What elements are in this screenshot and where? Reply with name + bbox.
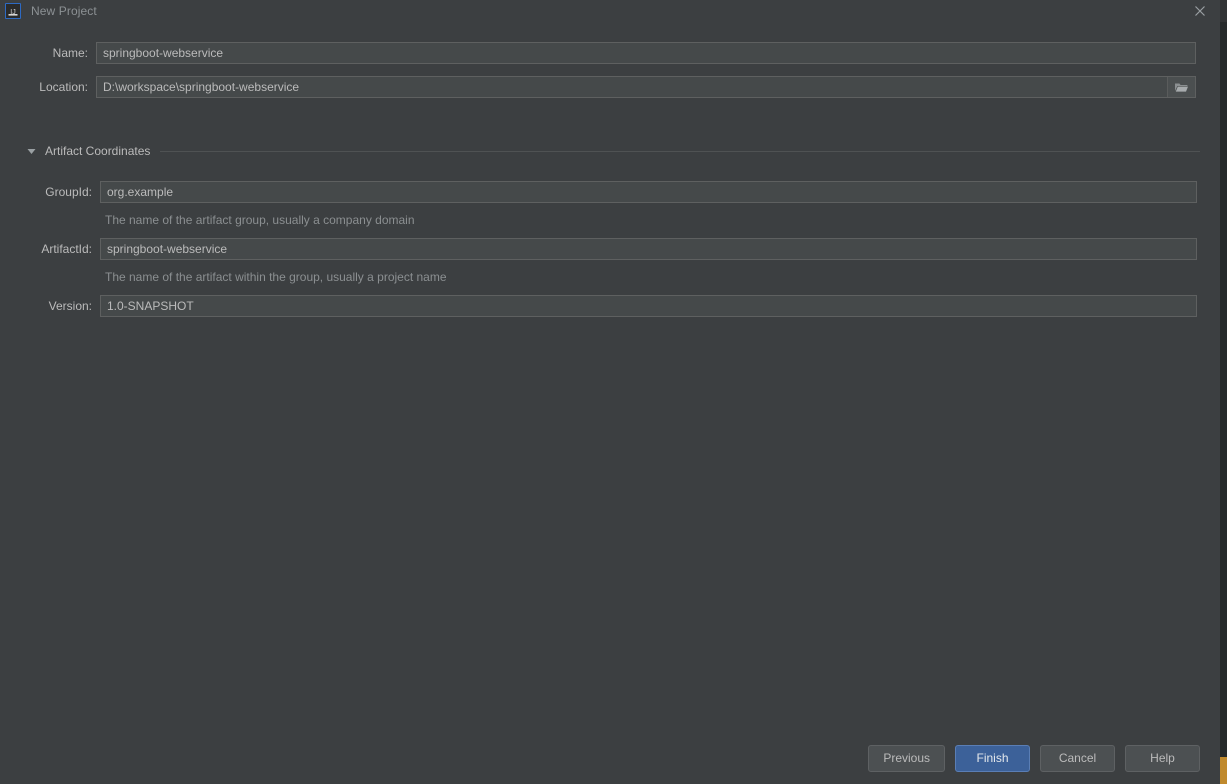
- artifactid-hint: The name of the artifact within the grou…: [105, 270, 447, 284]
- groupid-label: GroupId:: [45, 185, 92, 199]
- artifact-coordinates-section-header[interactable]: Artifact Coordinates: [0, 144, 1220, 158]
- location-input-value: D:\workspace\springboot-webservice: [103, 80, 300, 94]
- artifact-coordinates-title: Artifact Coordinates: [45, 144, 151, 158]
- groupid-input[interactable]: org.example: [100, 181, 1197, 203]
- dialog-title: New Project: [31, 4, 97, 18]
- artifactid-field-row: ArtifactId: springboot-webservice: [0, 238, 1220, 260]
- groupid-hint: The name of the artifact group, usually …: [105, 213, 415, 227]
- finish-button[interactable]: Finish: [955, 744, 1030, 772]
- background-window-edge: [1220, 22, 1227, 757]
- dialog-button-bar: Previous Finish Cancel Help: [0, 732, 1220, 784]
- name-input[interactable]: springboot-webservice: [96, 42, 1196, 64]
- location-label: Location:: [39, 80, 88, 94]
- name-field-row: Name: springboot-webservice: [0, 42, 1220, 64]
- artifactid-label: ArtifactId:: [41, 242, 92, 256]
- groupid-field-row: GroupId: org.example: [0, 181, 1220, 203]
- artifactid-input[interactable]: springboot-webservice: [100, 238, 1197, 260]
- close-icon[interactable]: [1180, 0, 1220, 22]
- dialog-content: Name: springboot-webservice Location: D:…: [0, 22, 1220, 784]
- version-field-row: Version: 1.0-SNAPSHOT: [0, 295, 1220, 317]
- location-field-row: Location: D:\workspace\springboot-webser…: [0, 76, 1220, 98]
- dialog-titlebar: IJ New Project: [0, 0, 1220, 22]
- folder-icon[interactable]: [1167, 77, 1195, 97]
- previous-button[interactable]: Previous: [868, 744, 945, 772]
- version-input[interactable]: 1.0-SNAPSHOT: [100, 295, 1197, 317]
- cancel-button[interactable]: Cancel: [1040, 744, 1115, 772]
- name-label: Name:: [52, 46, 88, 60]
- help-button[interactable]: Help: [1125, 744, 1200, 772]
- new-project-dialog: IJ New Project Name: springboot-webservi…: [0, 0, 1220, 784]
- location-input[interactable]: D:\workspace\springboot-webservice: [96, 76, 1196, 98]
- intellij-idea-icon: IJ: [5, 3, 21, 19]
- version-label: Version:: [48, 299, 92, 313]
- background-window-accent: [1220, 757, 1227, 784]
- chevron-down-icon[interactable]: [24, 144, 38, 158]
- section-separator: [160, 150, 1200, 152]
